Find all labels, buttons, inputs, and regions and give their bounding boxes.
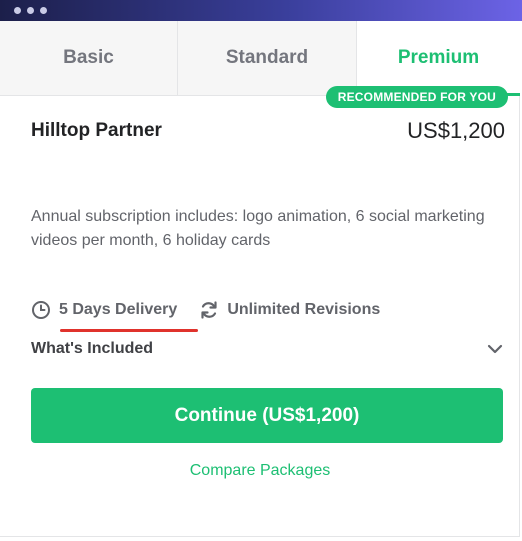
- package-tabs: Basic Standard Premium: [0, 21, 520, 96]
- delivery-label: 5 Days Delivery: [59, 301, 178, 318]
- package-meta: 5 Days Delivery Unlimited Revisions: [31, 300, 380, 320]
- whats-included-toggle[interactable]: What's Included: [31, 337, 505, 361]
- chevron-down-icon[interactable]: [485, 339, 505, 359]
- continue-button[interactable]: Continue (US$1,200): [31, 388, 503, 443]
- window-control-dot[interactable]: [40, 7, 47, 14]
- annotation-underline: [60, 329, 198, 332]
- clock-icon: [31, 300, 51, 320]
- whats-included-label: What's Included: [31, 340, 154, 357]
- delivery-info: 5 Days Delivery: [31, 300, 177, 320]
- tab-standard[interactable]: Standard: [178, 21, 357, 95]
- compare-packages-link[interactable]: Compare Packages: [0, 462, 520, 480]
- window-control-dot[interactable]: [27, 7, 34, 14]
- package-description: Annual subscription includes: logo anima…: [31, 208, 485, 249]
- window-control-dot[interactable]: [14, 7, 21, 14]
- revisions-info: Unlimited Revisions: [199, 300, 380, 320]
- window-titlebar: [0, 0, 522, 21]
- revisions-label: Unlimited Revisions: [227, 301, 381, 318]
- recommended-badge: RECOMMENDED FOR YOU: [325, 86, 508, 108]
- refresh-icon: [199, 300, 219, 320]
- package-title: Hilltop Partner: [31, 120, 162, 141]
- tab-premium[interactable]: Premium: [357, 21, 520, 96]
- tab-basic[interactable]: Basic: [0, 21, 178, 95]
- package-price: US$1,200: [407, 118, 505, 143]
